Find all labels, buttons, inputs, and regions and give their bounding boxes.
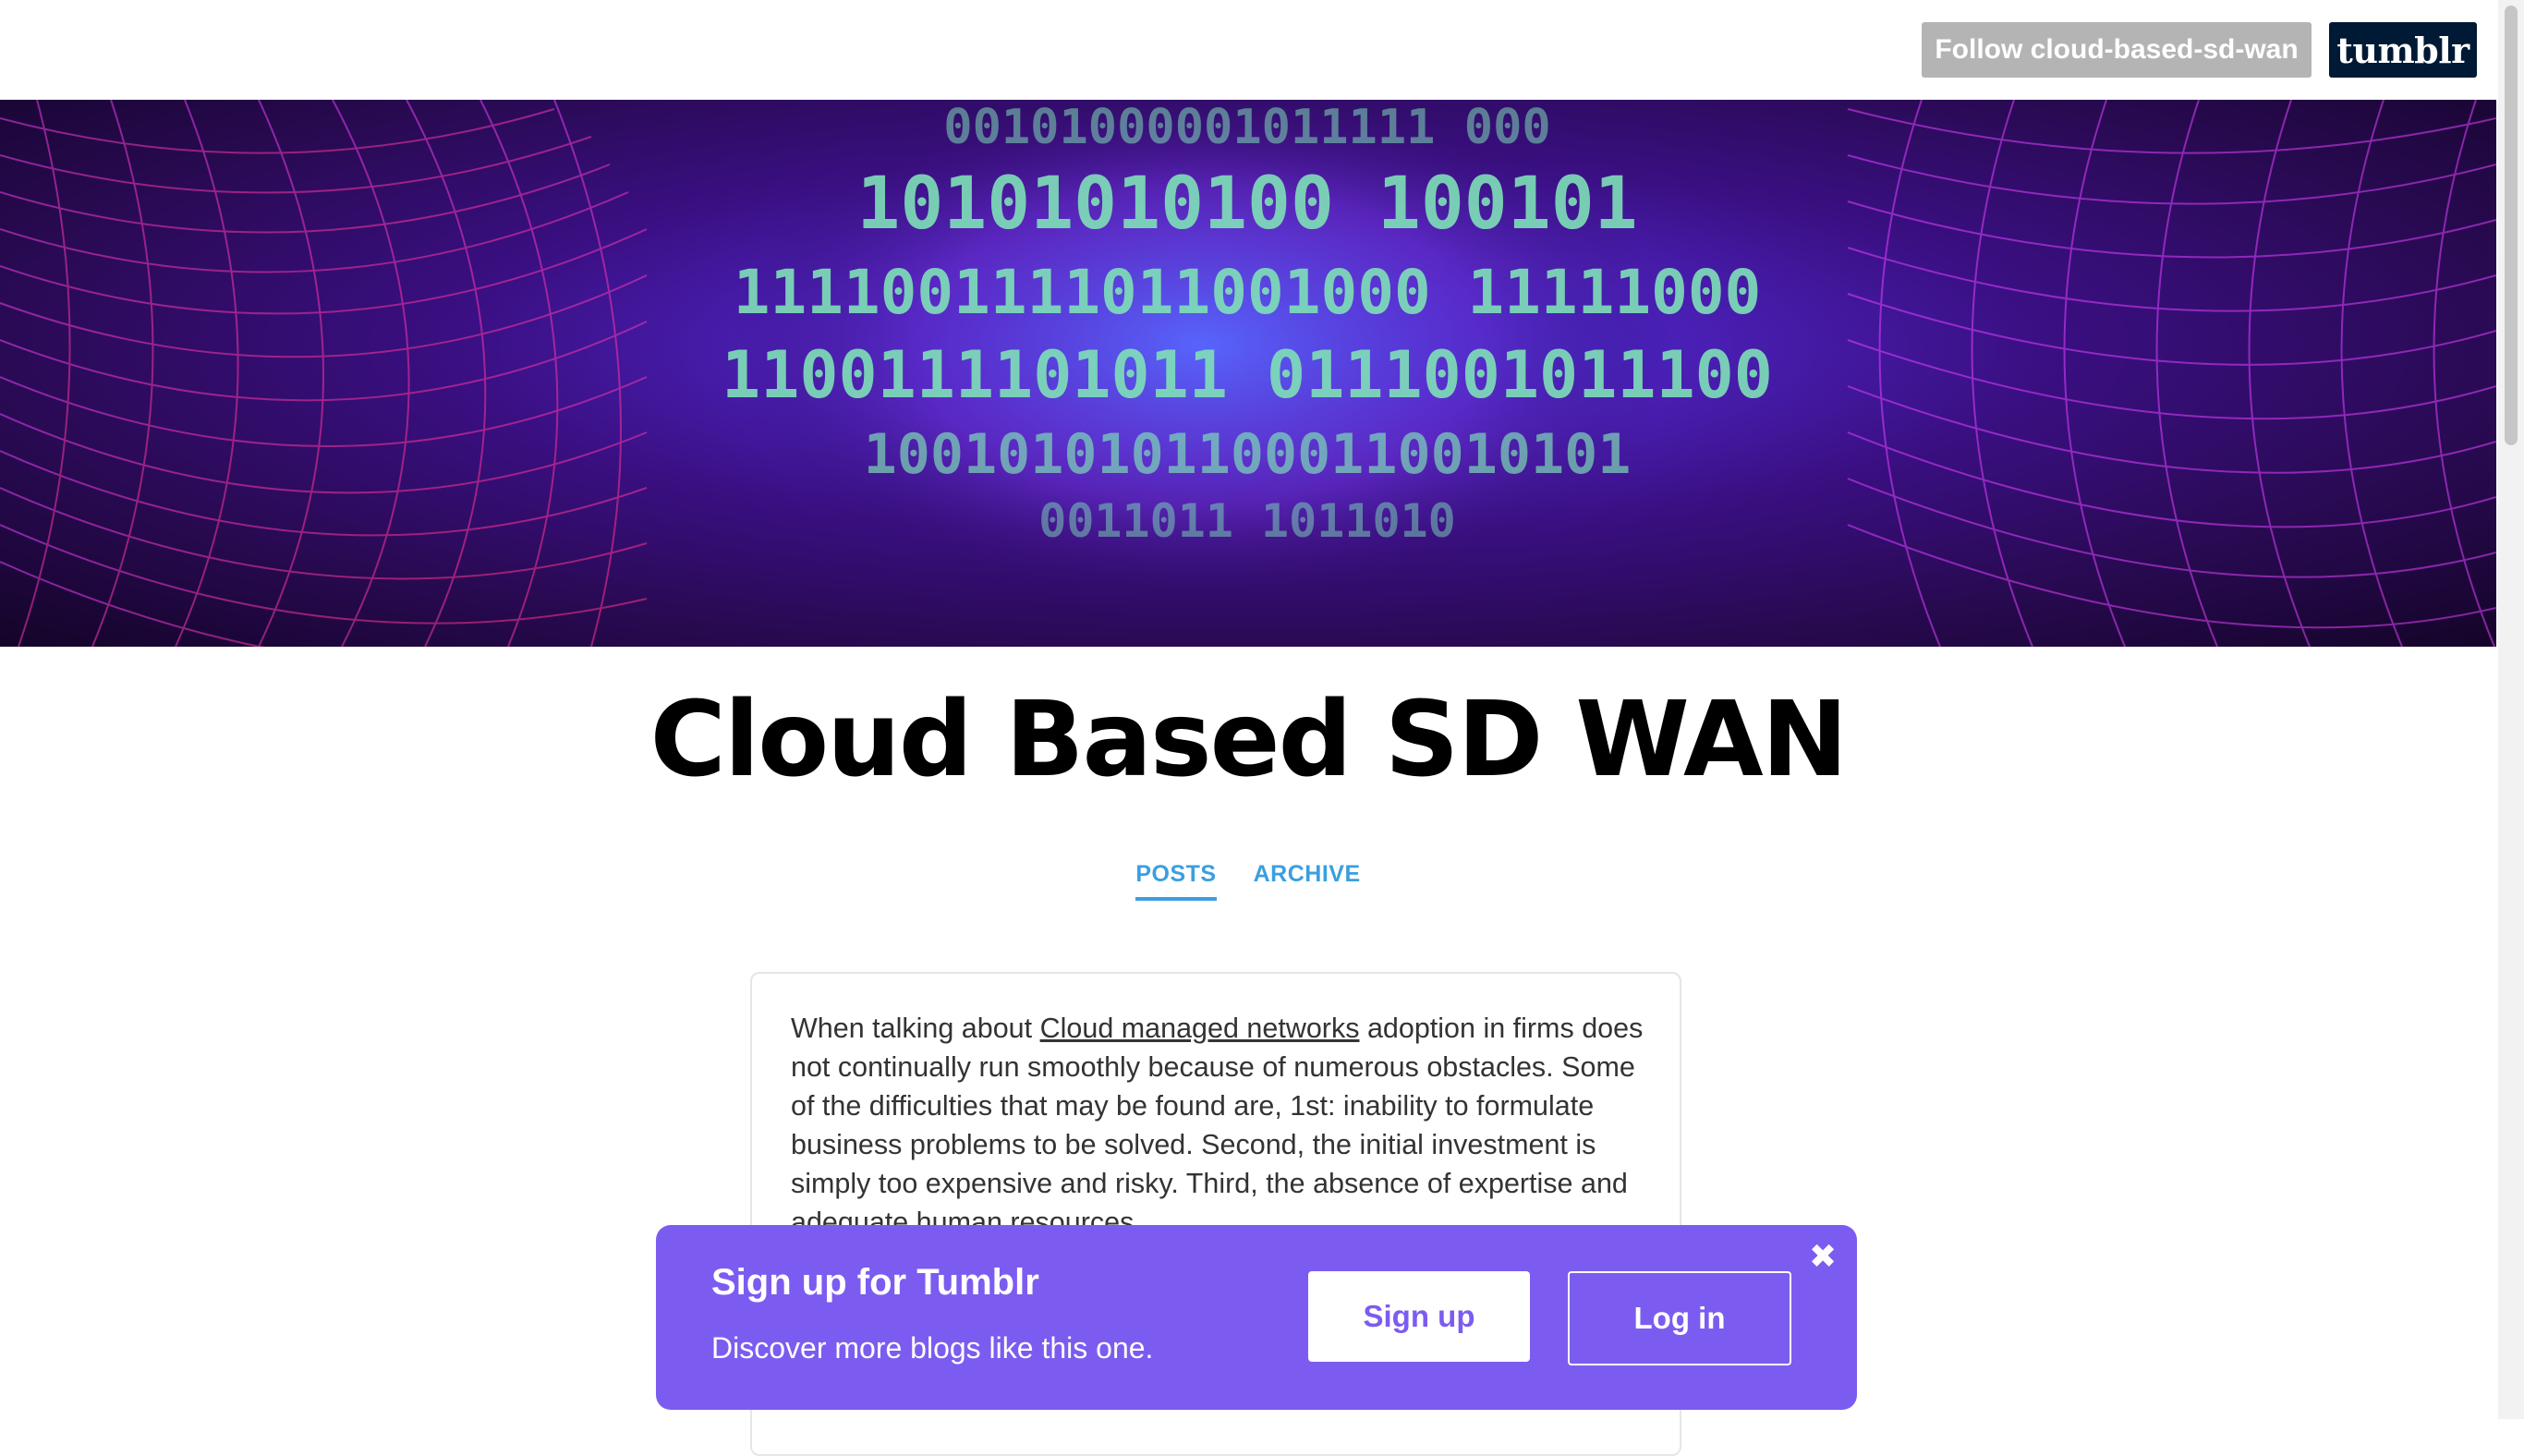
binary-row: 1100111101011 0111001011100 (722, 337, 1773, 413)
signup-banner: Sign up for Tumblr Discover more blogs l… (656, 1225, 1857, 1410)
post-text-before: When talking about (791, 1013, 1040, 1044)
login-button[interactable]: Log in (1568, 1271, 1791, 1365)
blog-title: Cloud Based SD WAN (649, 680, 1849, 800)
binary-row: 10101010100 100101 (856, 163, 1638, 246)
post-text-after: adoption in firms does not continually r… (791, 1013, 1644, 1238)
top-bar: Follow cloud-based-sd-wan tumblr (0, 0, 2524, 100)
tab-posts[interactable]: POSTS (1135, 861, 1217, 901)
binary-row: 1111001111011001000 11111000 (733, 257, 1762, 328)
binary-row: 0011011 1011010 (1038, 494, 1456, 548)
binary-row: 10010101011000110010101 (863, 422, 1632, 487)
mesh-lines-right (1847, 100, 2496, 647)
tumblr-logo[interactable]: tumblr (2329, 22, 2477, 78)
binary-row: 00101000001011111 000 (943, 100, 1551, 155)
header-image: 00101000001011111 000 10101010100 100101… (0, 100, 2496, 647)
mesh-lines-left (0, 100, 648, 647)
signup-button[interactable]: Sign up (1308, 1271, 1530, 1362)
blog-nav: POSTS ARCHIVE (0, 861, 2496, 901)
post-body: When talking about Cloud managed network… (791, 1009, 1650, 1242)
close-icon[interactable]: ✖ (1809, 1238, 1837, 1276)
binary-digits: 00101000001011111 000 10101010100 100101… (647, 100, 1848, 647)
follow-button[interactable]: Follow cloud-based-sd-wan (1922, 22, 2312, 78)
scrollbar-thumb[interactable] (2505, 6, 2518, 445)
signup-title: Sign up for Tumblr (711, 1262, 1039, 1303)
post-link[interactable]: Cloud managed networks (1040, 1013, 1360, 1044)
signup-subtitle: Discover more blogs like this one. (711, 1331, 1154, 1365)
tab-archive[interactable]: ARCHIVE (1254, 861, 1361, 901)
